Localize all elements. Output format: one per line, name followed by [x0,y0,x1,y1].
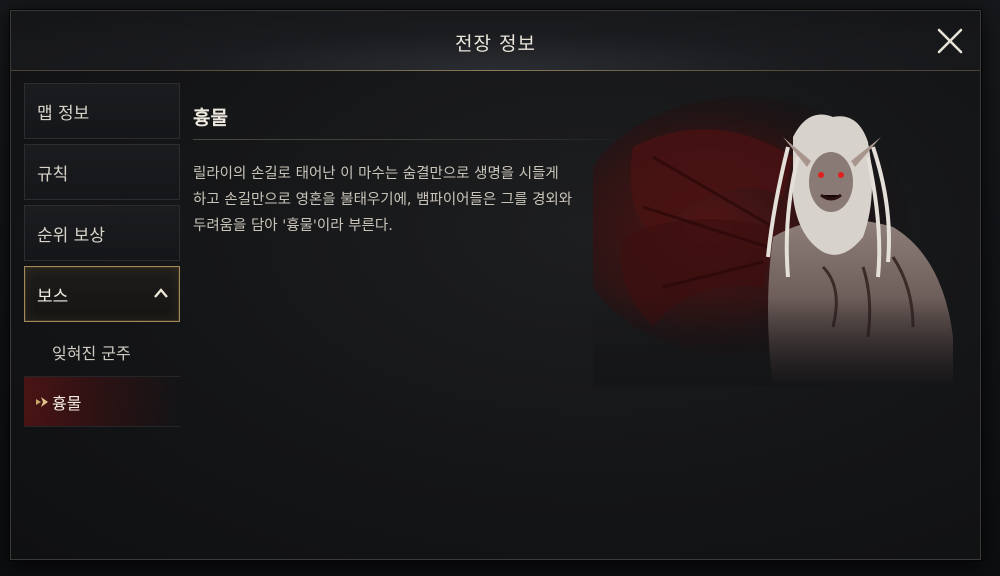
sidebar-item-rank-rewards[interactable]: 순위 보상 [24,205,180,261]
sidebar-item-label: 규칙 [37,164,69,185]
description-line: 하고 손길만으로 영혼을 불태우기에, 뱀파이어들은 그를 경외와 [193,192,573,208]
description-line: 두려움을 담아 '흉물'이라 부른다. [193,218,393,234]
sidebar-item-label: 보스 [37,286,69,307]
chevron-up-icon [154,288,168,298]
arrow-right-icon [36,396,48,407]
close-button[interactable] [934,25,966,57]
battlefield-info-modal: 전장 정보 맵 정보 규칙 순위 보상 보스 잊혀진 군주 흉물 흉물 릴라이의… [10,10,981,560]
content-description: 릴라이의 손길로 태어난 이 마수는 숨결만으로 생명을 시들게 하고 손길만으… [193,161,623,239]
sidebar-item-map-info[interactable]: 맵 정보 [24,83,180,139]
sub-item-forgotten-lord[interactable]: 잊혀진 군주 [24,327,180,377]
sidebar: 맵 정보 규칙 순위 보상 보스 잊혀진 군주 흉물 [24,83,180,427]
modal-title: 전장 정보 [455,33,536,55]
modal-header: 전장 정보 [11,11,980,71]
boss-portrait-image [593,87,973,387]
description-line: 릴라이의 손길로 태어난 이 마수는 숨결만으로 생명을 시들게 [193,166,559,182]
sidebar-item-rules[interactable]: 규칙 [24,144,180,200]
sidebar-item-label: 맵 정보 [37,103,90,124]
content-title: 흉물 [193,107,228,129]
sub-item-label: 잊혀진 군주 [52,343,131,363]
sub-item-label: 흉물 [52,393,82,413]
sidebar-item-boss[interactable]: 보스 [24,266,180,322]
sub-item-abomination[interactable]: 흉물 [24,377,180,427]
content-panel: 흉물 릴라이의 손길로 태어난 이 마수는 숨결만으로 생명을 시들게 하고 손… [193,87,973,535]
sidebar-item-label: 순위 보상 [37,225,105,246]
close-icon [937,28,963,54]
content-divider [193,139,633,140]
